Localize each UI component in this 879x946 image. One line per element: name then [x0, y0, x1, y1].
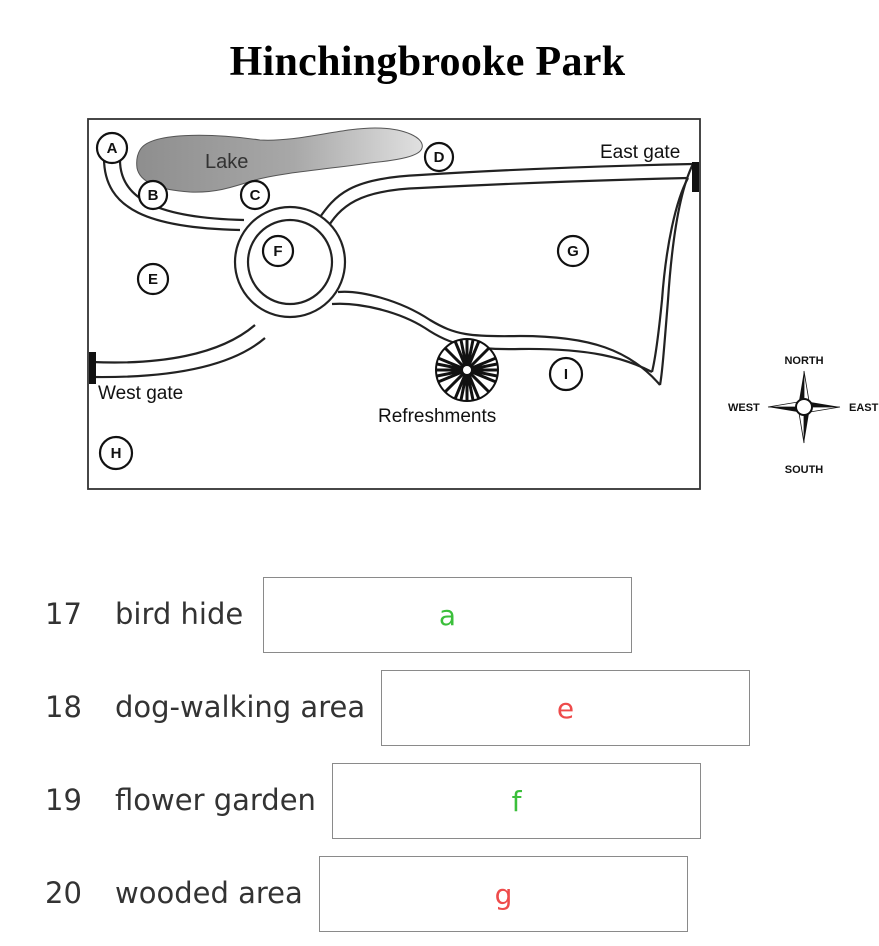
question-number: 20 [45, 876, 82, 910]
svg-text:A: A [107, 140, 118, 157]
roundabout-inner [246, 218, 334, 306]
compass-north-label: NORTH [784, 355, 823, 367]
svg-text:C: C [250, 187, 261, 204]
marker-i: I [548, 356, 584, 392]
marker-a: A [95, 131, 129, 165]
marker-c: C [239, 179, 271, 211]
lake-label: Lake [205, 151, 248, 173]
svg-text:I: I [564, 366, 568, 383]
compass-west-label: WEST [728, 402, 760, 414]
compass-east-label: EAST [849, 402, 879, 414]
marker-b: B [137, 179, 169, 211]
answer-box-18[interactable]: e [381, 670, 750, 746]
refreshments-label: Refreshments [378, 406, 496, 427]
park-map-image: Lake East gate West gate Refreshments A … [87, 118, 879, 490]
refreshments-icon [435, 338, 499, 402]
question-row-19: 19 flower garden f [0, 763, 879, 841]
marker-d: D [423, 141, 455, 173]
question-label: dog-walking area [115, 690, 366, 724]
east-gate-marker [692, 162, 699, 192]
west-gate-marker [89, 352, 96, 384]
marker-e: E [136, 262, 170, 296]
question-row-20: 20 wooded area g [0, 856, 879, 934]
svg-text:E: E [148, 271, 158, 288]
svg-text:H: H [111, 445, 122, 462]
answer-box-20[interactable]: g [319, 856, 688, 932]
question-row-18: 18 dog-walking area e [0, 670, 879, 748]
west-gate-label: West gate [98, 383, 183, 404]
svg-text:G: G [567, 243, 579, 260]
answer-box-17[interactable]: a [263, 577, 632, 653]
svg-text:F: F [273, 243, 282, 260]
east-gate-label: East gate [600, 142, 680, 163]
park-map: Lake East gate West gate Refreshments A … [0, 0, 879, 520]
svg-text:B: B [148, 187, 159, 204]
marker-g: G [556, 234, 590, 268]
question-number: 18 [45, 690, 82, 724]
answer-box-19[interactable]: f [332, 763, 701, 839]
compass-south-label: SOUTH [785, 464, 824, 476]
question-label: bird hide [115, 597, 244, 631]
question-label: wooded area [115, 876, 303, 910]
compass-icon: NORTH SOUTH EAST WEST [728, 355, 879, 476]
question-row-17: 17 bird hide a [0, 577, 879, 655]
marker-h: H [98, 435, 134, 471]
question-number: 17 [45, 597, 82, 631]
marker-f: F [261, 234, 295, 268]
svg-text:D: D [434, 149, 445, 166]
question-label: flower garden [115, 783, 316, 817]
question-number: 19 [45, 783, 82, 817]
